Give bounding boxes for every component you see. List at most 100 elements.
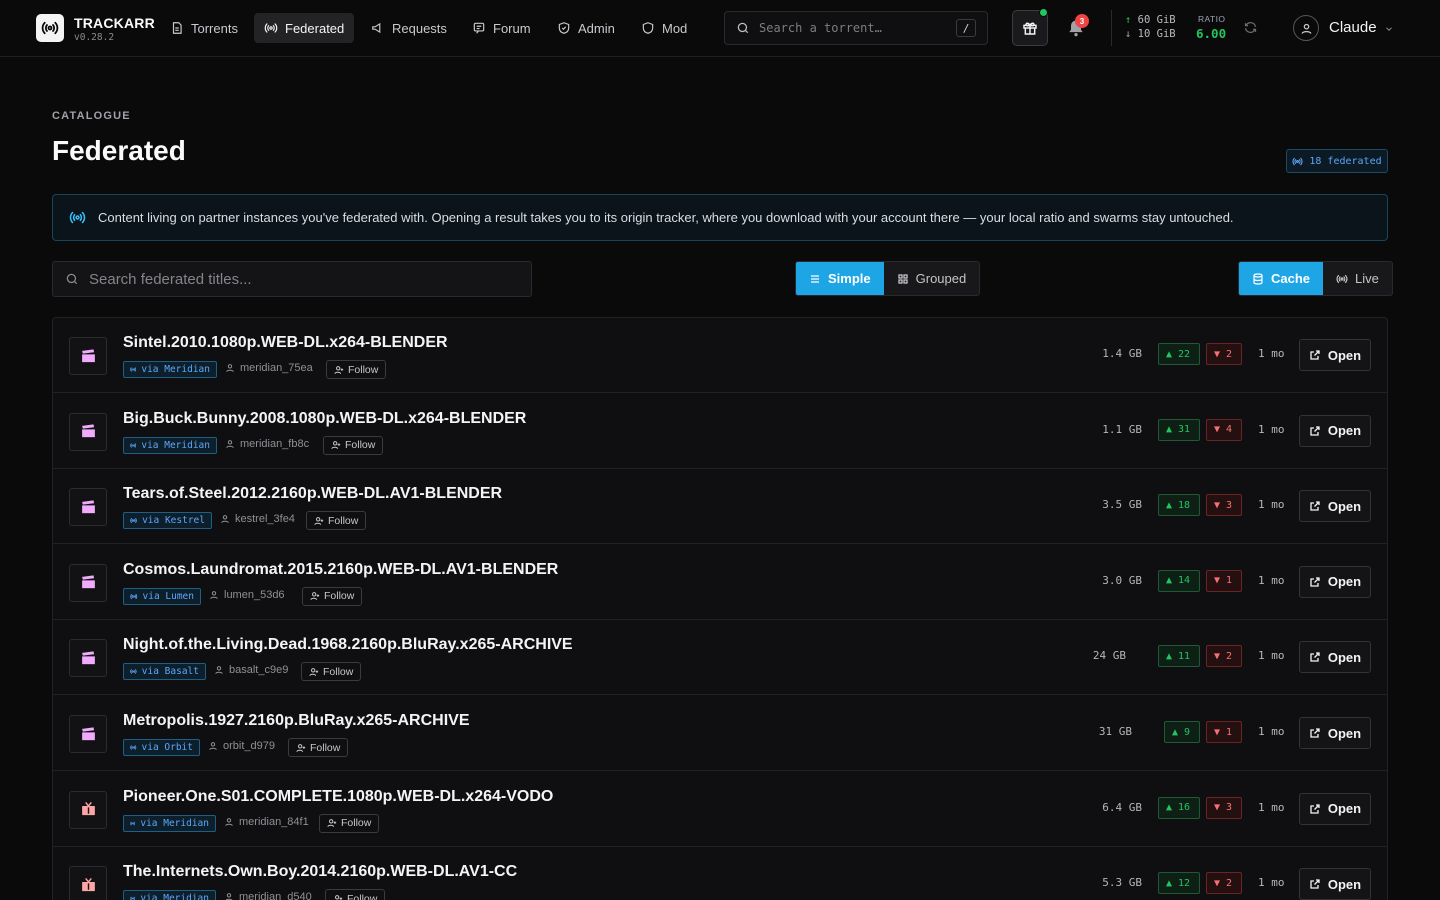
torrent-title[interactable]: Cosmos.Laundromat.2015.2160p.WEB-DL.AV1-… (123, 561, 558, 579)
shield-check-icon (558, 22, 570, 34)
origin-instance-label: via Orbit (141, 742, 193, 753)
seed-up-triangle-icon: ▲ (1172, 726, 1179, 738)
leechers-count: 1 (1226, 726, 1233, 738)
seeders-count: 14 (1178, 575, 1191, 587)
nav-requests[interactable]: Requests (361, 13, 457, 43)
open-origin-button[interactable]: Open (1299, 565, 1371, 598)
user-follow-icon (334, 365, 344, 374)
origin-instance-badge: via Meridian (123, 890, 216, 900)
open-origin-button[interactable]: Open (1299, 868, 1371, 900)
follow-button[interactable]: Follow (325, 889, 386, 900)
nav-forum[interactable]: Forum (462, 13, 541, 43)
uploader-name: lumen_53d6 (224, 588, 285, 601)
torrent-size: 5.3 GB (1102, 876, 1142, 890)
torrent-title[interactable]: Night.of.the.Living.Dead.1968.2160p.BluR… (123, 636, 573, 654)
broadcast-icon (130, 896, 136, 900)
user-name[interactable]: Claude (1329, 19, 1377, 36)
source-cache-button[interactable]: Cache (1239, 262, 1324, 295)
refresh-icon[interactable] (1243, 20, 1258, 35)
clapperboard-icon (81, 424, 95, 438)
seeders-badge: ▲ 16 (1158, 796, 1200, 819)
user-follow-icon (296, 743, 306, 752)
leechers-badge: ▼ 1 (1206, 721, 1242, 743)
upload-arrow-icon: ↑ (1125, 14, 1132, 26)
user-icon (215, 666, 223, 675)
torrent-title[interactable]: Sintel.2010.1080p.WEB-DL.x264-BLENDER (123, 334, 448, 352)
leechers-count: 2 (1226, 348, 1233, 360)
nav-torrents[interactable]: Torrents (160, 13, 248, 43)
federated-count-label: 18 federated (1309, 155, 1382, 167)
uploader-name: meridian_fb8c (240, 437, 310, 450)
app-name[interactable]: TRACKARR (74, 15, 155, 31)
global-search-placeholder: Search a torrent… (759, 21, 882, 35)
user-icon (209, 742, 217, 750)
open-origin-button[interactable]: Open (1299, 490, 1371, 523)
ratio-label: RATIO (1198, 14, 1226, 24)
table-row[interactable]: Pioneer.One.S01.COMPLETE.1080p.WEB-DL.x2… (53, 772, 1387, 847)
seeders-count: 9 (1184, 726, 1191, 738)
user-icon (226, 364, 234, 372)
follow-button[interactable]: Follow (288, 738, 349, 757)
follow-button[interactable]: Follow (326, 360, 387, 379)
follow-button[interactable]: Follow (323, 435, 384, 455)
federated-search[interactable] (52, 261, 532, 297)
torrent-title[interactable]: The.Internets.Own.Boy.2014.2160p.WEB-DL.… (123, 863, 517, 881)
follow-label: Follow (348, 363, 379, 376)
nav-mod[interactable]: Mod (631, 13, 697, 43)
torrent-title[interactable]: Metropolis.1927.2160p.BluRay.x265-ARCHIV… (123, 712, 470, 730)
shield-icon (642, 22, 654, 34)
table-row[interactable]: Sintel.2010.1080p.WEB-DL.x264-BLENDER via… (53, 318, 1387, 393)
torrent-size: 6.4 GB (1102, 800, 1142, 814)
seeders-badge: ▲ 31 (1158, 418, 1200, 441)
nav-forum-label: Forum (493, 20, 531, 36)
open-label: Open (1327, 876, 1362, 892)
gift-button[interactable] (1012, 8, 1048, 46)
clapperboard-icon (81, 500, 95, 513)
user-icon (225, 817, 233, 826)
broadcast-icon (130, 367, 137, 372)
broadcast-icon (69, 211, 86, 224)
follow-button[interactable]: Follow (301, 662, 362, 682)
table-row[interactable]: Big.Buck.Bunny.2008.1080p.WEB-DL.x264-BL… (53, 394, 1387, 469)
origin-instance-label: via Meridian (141, 364, 210, 375)
follow-button[interactable]: Follow (302, 586, 363, 606)
external-link-icon (1310, 577, 1320, 587)
table-row[interactable]: Metropolis.1927.2160p.BluRay.x265-ARCHIV… (53, 696, 1387, 771)
open-origin-button[interactable]: Open (1299, 414, 1371, 447)
follow-button[interactable]: Follow (306, 511, 367, 531)
torrent-age: 1 mo (1258, 800, 1285, 814)
torrent-title[interactable]: Tears.of.Steel.2012.2160p.WEB-DL.AV1-BLE… (123, 485, 502, 503)
logo-broadcast-icon[interactable] (36, 14, 64, 42)
federation-info-text: Content living on partner instances you'… (98, 210, 1234, 225)
seeders-count: 31 (1178, 424, 1191, 436)
open-origin-button[interactable]: Open (1299, 717, 1371, 749)
global-search[interactable]: Search a torrent… / (724, 11, 988, 45)
federated-torrent-list: Sintel.2010.1080p.WEB-DL.x264-BLENDER via… (52, 317, 1388, 900)
chevron-down-icon[interactable] (1384, 24, 1394, 34)
uploader: basalt_c9e9 (214, 664, 288, 676)
nav-admin[interactable]: Admin (547, 13, 625, 43)
nav-federated[interactable]: Federated (254, 13, 355, 43)
table-row[interactable]: Night.of.the.Living.Dead.1968.2160p.BluR… (53, 620, 1387, 696)
view-grouped-button[interactable]: Grouped (884, 262, 980, 295)
table-row[interactable]: Cosmos.Laundromat.2015.2160p.WEB-DL.AV1-… (53, 545, 1387, 620)
table-row[interactable]: Tears.of.Steel.2012.2160p.WEB-DL.AV1-BLE… (53, 469, 1387, 545)
category-thumbnail (69, 639, 107, 678)
torrent-title[interactable]: Big.Buck.Bunny.2008.1080p.WEB-DL.x264-BL… (123, 410, 526, 428)
torrent-title[interactable]: Pioneer.One.S01.COMPLETE.1080p.WEB-DL.x2… (123, 788, 553, 806)
source-live-button[interactable]: Live (1323, 262, 1392, 295)
federation-info-banner: Content living on partner instances you'… (52, 194, 1388, 241)
user-avatar[interactable] (1293, 15, 1319, 41)
open-origin-button[interactable]: Open (1299, 641, 1371, 674)
federated-search-input[interactable] (89, 270, 519, 288)
uploader: kestrel_3fe4 (220, 513, 295, 525)
view-simple-button[interactable]: Simple (796, 262, 884, 295)
follow-button[interactable]: Follow (319, 813, 380, 833)
table-row[interactable]: The.Internets.Own.Boy.2014.2160p.WEB-DL.… (53, 847, 1387, 900)
leechers-count: 3 (1226, 499, 1233, 511)
user-follow-icon (309, 668, 319, 676)
open-origin-button[interactable]: Open (1299, 792, 1371, 825)
nav-mod-label: Mod (662, 20, 688, 36)
open-origin-button[interactable]: Open (1299, 339, 1371, 371)
user-icon (1301, 23, 1311, 34)
